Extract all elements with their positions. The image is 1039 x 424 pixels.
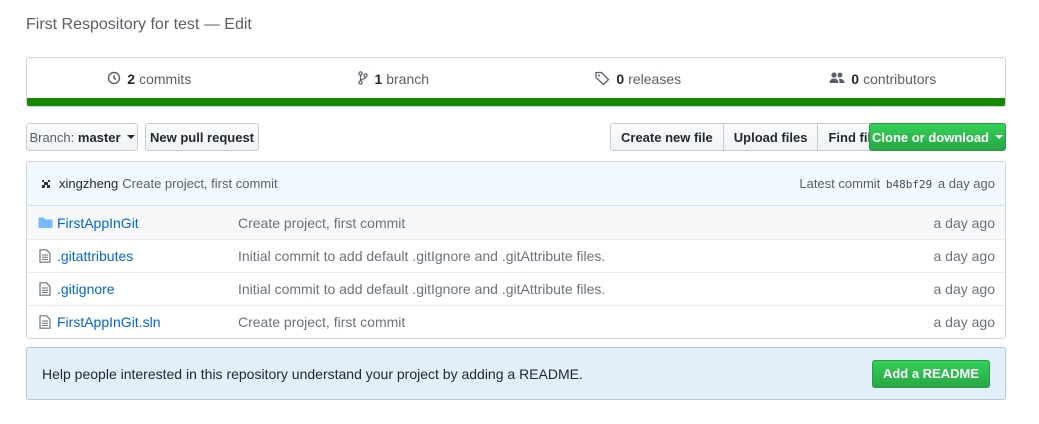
file-row[interactable]: FirstAppInGit Create project, first comm… (27, 206, 1005, 239)
folder-icon (37, 215, 53, 231)
file-actions-group: Create new file Upload files Find file (610, 123, 890, 151)
branch-prefix: Branch: (29, 129, 75, 145)
file-row[interactable]: .gitignore Initial commit to add default… (27, 272, 1005, 305)
caret-down-icon (995, 135, 1003, 139)
branches-label: branch (386, 71, 430, 87)
commit-author-link[interactable]: xingzheng (59, 176, 118, 191)
caret-down-icon (126, 135, 135, 139)
readme-prompt-text: Help people interested in this repositor… (42, 365, 583, 382)
repo-summary: 2 commits 1 branch 0 releases 0 contribu… (26, 57, 1006, 107)
commits-label: commits (139, 71, 192, 87)
upload-files-button[interactable]: Upload files (723, 124, 819, 150)
branches-count: 1 (374, 71, 383, 87)
clone-label: Clone or download (872, 129, 989, 145)
branch-name: master (77, 129, 121, 145)
contributors-count: 0 (851, 71, 860, 87)
tag-icon (595, 71, 612, 88)
file-browser: xingzheng Create project, first commit L… (26, 161, 1006, 339)
latest-commit-prefix: Latest commit (799, 176, 881, 191)
latest-commit-info: Latest commit b48bf29 a day ago (799, 176, 995, 191)
branches-link[interactable]: 1 branch (272, 70, 517, 88)
releases-count: 0 (616, 71, 625, 87)
add-readme-button[interactable]: Add a README (871, 359, 990, 388)
file-age: a day ago (933, 214, 996, 231)
file-name-link[interactable]: .gitattributes (57, 248, 238, 264)
file-age: a day ago (933, 314, 996, 330)
releases-link[interactable]: 0 releases (516, 71, 761, 88)
file-commit-message[interactable]: Initial commit to add default .gitIgnore… (238, 281, 934, 297)
commit-message-link[interactable]: Create project, first commit (122, 176, 277, 191)
file-icon (37, 314, 53, 330)
file-age: a day ago (933, 281, 996, 297)
file-icon (37, 248, 53, 264)
latest-commit-bar: xingzheng Create project, first commit L… (27, 162, 1005, 206)
branch-icon (358, 70, 370, 88)
file-commit-message[interactable]: Create project, first commit (238, 314, 934, 330)
language-bar[interactable] (27, 98, 1005, 106)
file-name-link[interactable]: FirstAppInGit.sln (57, 314, 238, 330)
avatar[interactable] (41, 179, 51, 189)
file-row[interactable]: FirstAppInGit.sln Create project, first … (27, 305, 1005, 338)
latest-commit-age: a day ago (937, 176, 995, 191)
branch-select-button[interactable]: Branch: master (26, 123, 138, 151)
contributors-link[interactable]: 0 contributors (761, 71, 1006, 88)
file-row[interactable]: .gitattributes Initial commit to add def… (27, 239, 1005, 272)
file-name-link[interactable]: .gitignore (57, 281, 238, 297)
file-commit-message[interactable]: Create project, first commit (238, 215, 934, 231)
releases-label: releases (628, 71, 682, 87)
commits-count: 2 (127, 71, 136, 87)
new-pull-request-button[interactable]: New pull request (145, 123, 259, 151)
history-icon (107, 71, 123, 88)
file-list: FirstAppInGit Create project, first comm… (27, 206, 1005, 338)
repo-description: First Respository for test — Edit (26, 16, 252, 33)
clone-download-button[interactable]: Clone or download (869, 123, 1006, 151)
file-age: a day ago (933, 248, 996, 264)
file-icon (37, 281, 53, 297)
readme-prompt: Help people interested in this repositor… (26, 347, 1006, 400)
contributors-label: contributors (863, 71, 937, 87)
file-commit-message[interactable]: Initial commit to add default .gitIgnore… (238, 248, 934, 264)
commit-sha-link[interactable]: b48bf29 (886, 178, 932, 191)
file-name-link[interactable]: FirstAppInGit (57, 215, 238, 231)
create-new-file-button[interactable]: Create new file (611, 124, 724, 150)
commits-link[interactable]: 2 commits (27, 71, 272, 88)
people-icon (829, 71, 847, 88)
